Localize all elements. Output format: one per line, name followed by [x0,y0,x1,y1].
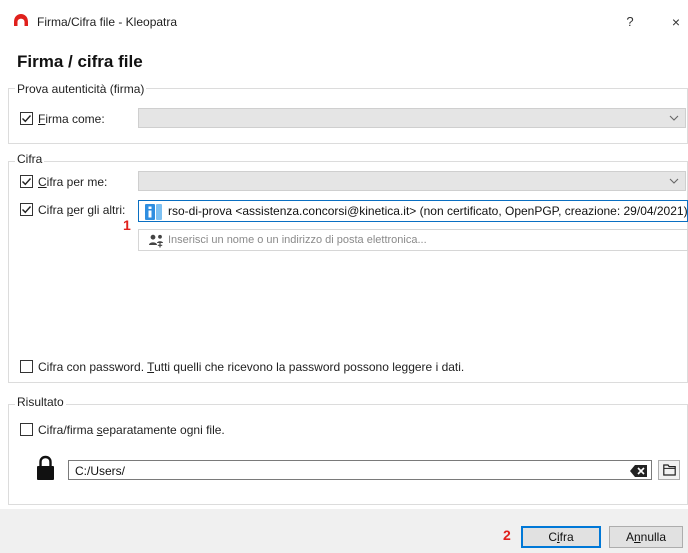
checkmark-icon [22,206,32,214]
clear-text-icon[interactable] [630,465,647,477]
recipient-text: rso-di-prova <assistenza.concorsi@kineti… [168,204,688,218]
encrypt-for-me-checkbox[interactable] [20,175,33,188]
annotation-marker-2: 2 [503,527,511,543]
sign-as-label: Firma come: [38,112,105,126]
password-checkbox[interactable] [20,360,33,373]
add-recipient-placeholder: Inserisci un nome o un indirizzo di post… [168,234,427,246]
checkmark-icon [22,115,32,123]
window-title: Firma/Cifra file - Kleopatra [37,15,178,29]
page-title: Firma / cifra file [17,52,143,71]
add-user-icon [149,234,163,248]
password-label: Cifra con password. Tutti quelli che ric… [38,360,465,374]
add-recipient-field[interactable]: Inserisci un nome o un indirizzo di post… [138,229,688,251]
title-bar: Firma/Cifra file - Kleopatra ? × [0,0,688,44]
browse-folder-button[interactable] [658,460,680,480]
close-button[interactable]: × [666,12,686,32]
sign-as-checkbox[interactable] [20,112,33,125]
cancel-button[interactable]: Annulla [609,526,683,548]
info-key-icon [145,204,162,220]
sign-group-label: Prova autenticità (firma) [15,82,147,96]
sign-as-combo[interactable] [138,108,686,128]
separately-checkbox[interactable] [20,423,33,436]
checkmark-icon [22,178,32,186]
help-button[interactable]: ? [620,12,640,32]
kleopatra-app-icon [14,14,28,26]
lock-icon [37,455,54,480]
folder-icon [663,464,676,476]
separately-label: Cifra/firma separatamente ogni file. [38,423,225,437]
encrypt-for-me-combo[interactable] [138,171,686,191]
output-group [8,404,688,505]
output-group-label: Risultato [15,395,66,409]
encrypt-for-others-label: Cifra per gli altri: [38,203,126,217]
encrypt-group [8,161,688,383]
encrypt-group-label: Cifra [15,152,45,166]
chevron-down-icon [669,115,679,121]
encrypt-for-me-label: Cifra per me: [38,175,108,189]
output-path-input[interactable]: C:/Users/ [68,460,652,480]
chevron-down-icon [669,178,679,184]
annotation-marker-1: 1 [123,217,131,233]
recipient-field[interactable]: rso-di-prova <assistenza.concorsi@kineti… [138,200,688,222]
encrypt-button[interactable]: Cifra [521,526,601,548]
encrypt-for-others-checkbox[interactable] [20,203,33,216]
output-path-value: C:/Users/ [75,464,126,478]
